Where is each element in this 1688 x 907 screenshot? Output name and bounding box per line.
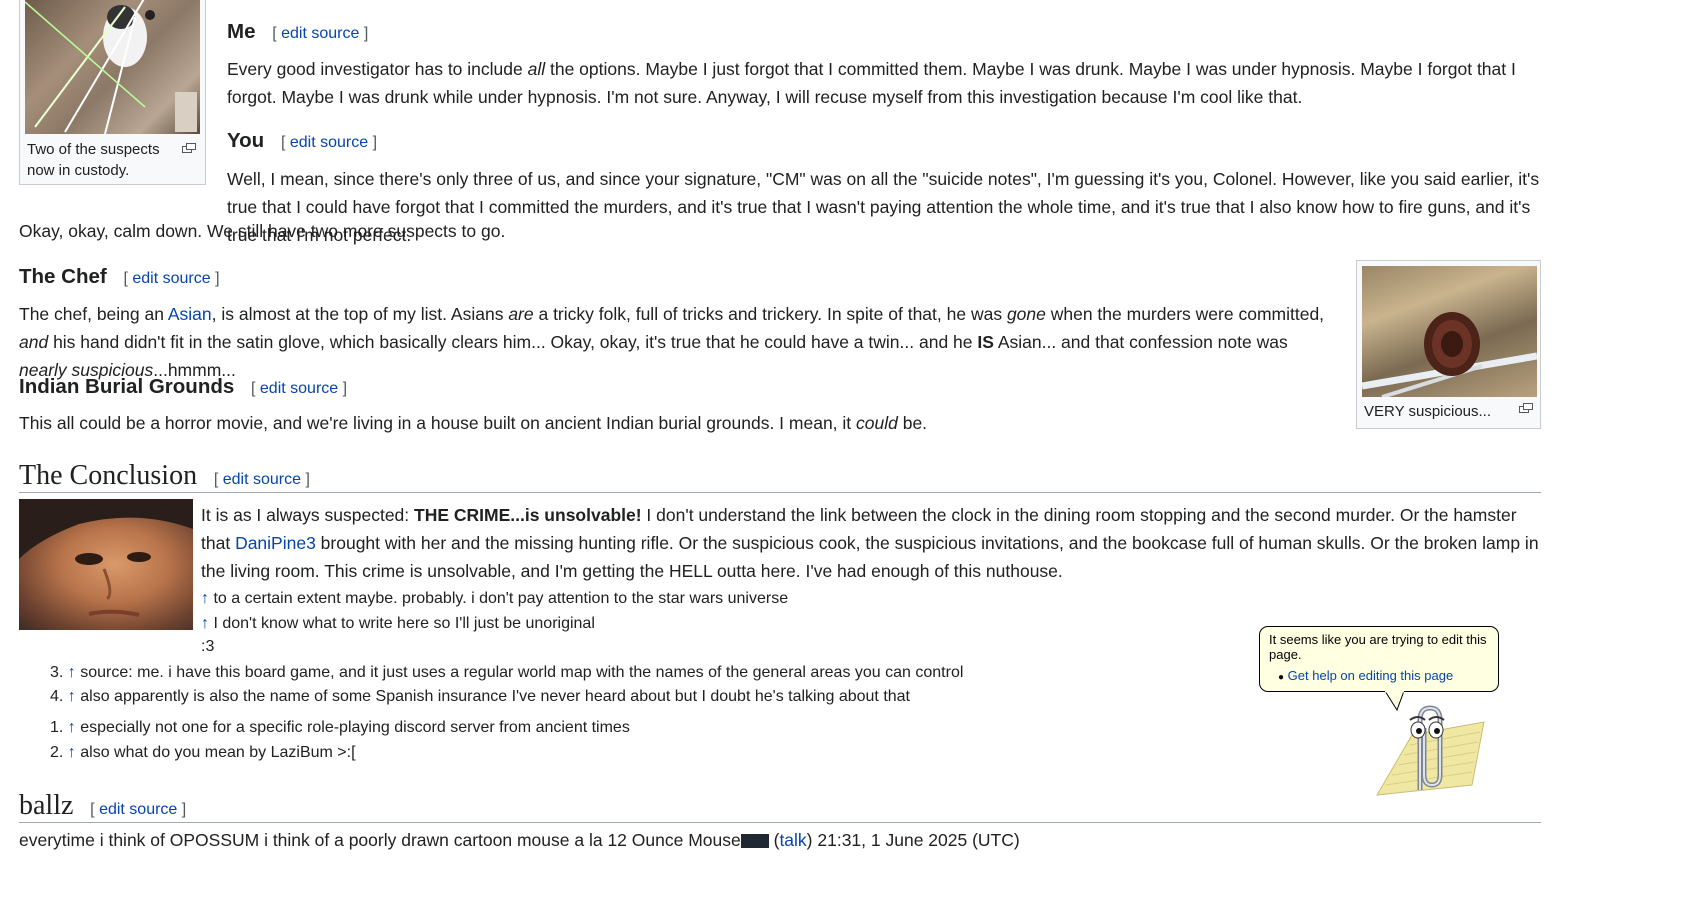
clippy-speech-bubble: It seems like you are trying to edit thi… <box>1259 626 1499 692</box>
conclusion-heading: The Conclusion [ edit source ] <box>19 460 310 491</box>
edit-source-link[interactable]: [ edit source ] <box>123 270 219 287</box>
danipine3-link[interactable]: DaniPine3 <box>235 533 316 553</box>
backlink-arrow[interactable]: ↑ <box>68 744 76 761</box>
note-list-b-item: 1. ↑ especially not one for a specific r… <box>50 719 630 736</box>
enlarge-icon[interactable] <box>182 143 196 153</box>
backlink-arrow[interactable]: ↑ <box>68 688 76 705</box>
section-divider <box>19 492 1541 493</box>
note-1: ↑ to a certain extent maybe. probably. i… <box>201 590 789 607</box>
pinecone-image[interactable] <box>1362 266 1537 397</box>
talk-link[interactable]: talk <box>779 830 806 850</box>
enlarge-icon[interactable] <box>1519 403 1533 413</box>
note-list-a-item: 4. ↑ also apparently is also the name of… <box>50 688 910 705</box>
me-paragraph: Every good investigator has to include a… <box>227 59 1516 107</box>
you-followup: Okay, okay, calm down. We still have two… <box>19 221 506 241</box>
burial-paragraph: This all could be a horror movie, and we… <box>19 413 928 433</box>
chef-paragraph: The chef, being an Asian, is almost at t… <box>19 304 1325 380</box>
face-image[interactable] <box>19 499 193 630</box>
chef-heading: The Chef [ edit source ] <box>19 265 220 288</box>
edit-source-link[interactable]: [ edit source ] <box>272 25 368 42</box>
note-list-a-item: 3. ↑ source: me. i have this board game,… <box>50 664 964 681</box>
backlink-arrow[interactable]: ↑ <box>68 719 76 736</box>
burial-heading: Indian Burial Grounds [ edit source ] <box>19 375 348 398</box>
clippy-help-link[interactable]: Get help on editing this page <box>1288 668 1454 683</box>
backlink-arrow[interactable]: ↑ <box>68 664 76 681</box>
section-divider <box>19 822 1541 823</box>
clippy-help-item: ● Get help on editing this page <box>1278 668 1454 683</box>
note-2-continued: :3 <box>201 638 215 655</box>
edit-source-link[interactable]: [ edit source ] <box>251 380 347 397</box>
clippy-message: It seems like you are trying to edit thi… <box>1269 632 1487 662</box>
clippy-paperclip-icon[interactable] <box>1372 700 1490 810</box>
me-heading: Me [ edit source ] <box>227 20 369 43</box>
pinecone-thumbnail: VERY suspicious... <box>1356 260 1541 429</box>
signature-image <box>740 834 769 849</box>
you-heading: You [ edit source ] <box>227 129 378 152</box>
note-list-b-item: 2. ↑ also what do you mean by LaziBum >:… <box>50 744 356 761</box>
pinecone-caption: VERY suspicious... <box>1364 403 1492 420</box>
suspects-thumbnail: Two of the suspects now in custody. <box>19 0 206 185</box>
ballz-heading: ballz [ edit source ] <box>19 790 187 821</box>
edit-source-link[interactable]: [ edit source ] <box>90 801 186 818</box>
suspects-caption: Two of the suspects now in custody. <box>27 141 160 179</box>
ballz-paragraph: everytime i think of OPOSSUM i think of … <box>19 830 1020 850</box>
backlink-arrow[interactable]: ↑ <box>201 615 209 632</box>
suspects-image[interactable] <box>25 0 200 134</box>
conclusion-paragraph: It is as I always suspected: THE CRIME..… <box>201 505 1539 581</box>
edit-source-link[interactable]: [ edit source ] <box>214 471 310 488</box>
asian-link[interactable]: Asian <box>168 304 212 324</box>
edit-source-link[interactable]: [ edit source ] <box>281 134 377 151</box>
backlink-arrow[interactable]: ↑ <box>201 590 209 607</box>
note-2: ↑ I don't know what to write here so I'l… <box>201 615 595 632</box>
